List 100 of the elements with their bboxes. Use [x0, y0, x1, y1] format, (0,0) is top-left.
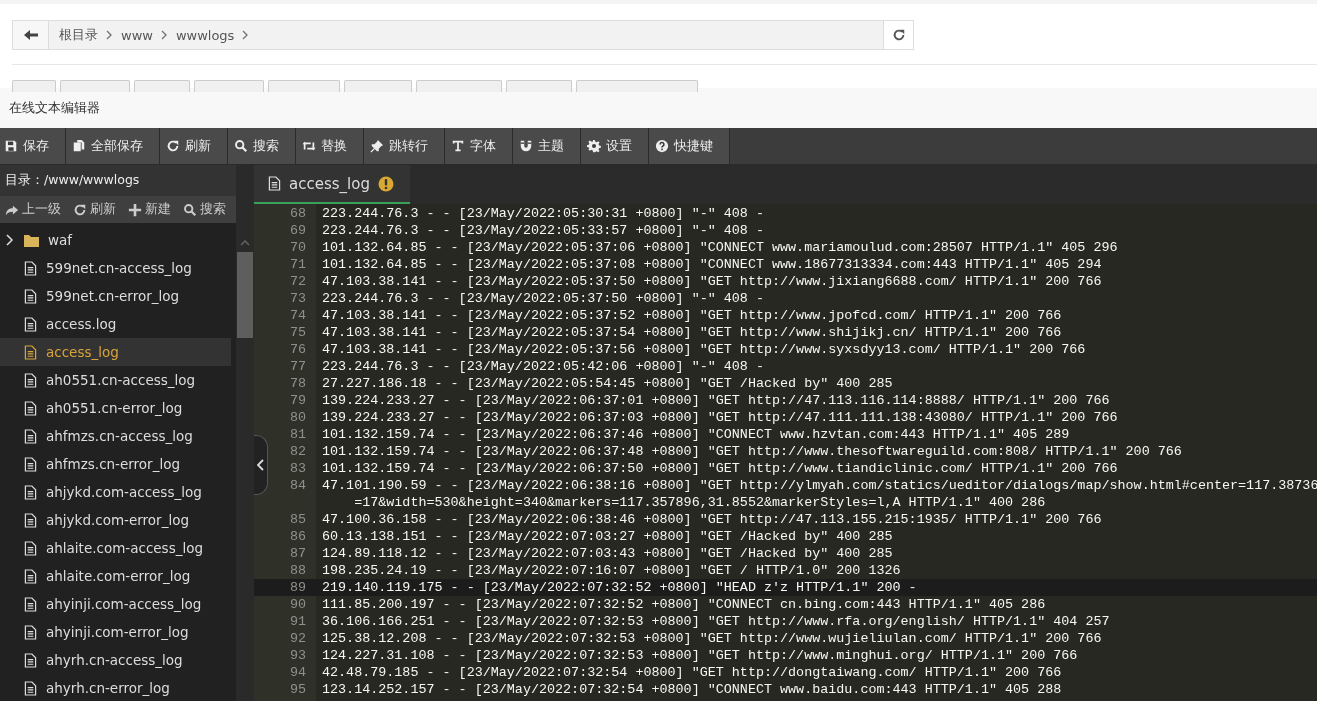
- file-item[interactable]: ahyrh.cn-access_log: [0, 646, 231, 674]
- file-item[interactable]: access.log: [0, 310, 231, 338]
- reload-button[interactable]: [883, 21, 913, 49]
- toolbar-button[interactable]: 跳转行: [364, 128, 445, 164]
- file-icon: [24, 680, 37, 696]
- retweet-icon: [302, 139, 316, 153]
- code-line: 111.85.200.197 - - [23/May/2022:07:32:52 +0800] "CONNECT cn.bing.com:443 HTTP/1.1" 405 286: [321, 596, 1046, 613]
- scrollbar-thumb[interactable]: [237, 252, 253, 338]
- toolbar-button[interactable]: [194, 80, 264, 92]
- code-line: 27.227.186.18 - - [23/May/2022:05:54:45 +0800] "GET /Hacked by" 400 285: [321, 375, 893, 392]
- file-item[interactable]: ahjykd.com-error_log: [0, 506, 231, 534]
- chevron-right-icon: [106, 30, 113, 40]
- file-icon: [24, 652, 37, 668]
- code-line: 101.132.159.74 - - [23/May/2022:06:37:50 +0800] "GET http://www.tiandiclinic.com/ HTTP/1.1" 200 766: [321, 460, 1118, 477]
- toolbar-button[interactable]: 主题: [513, 128, 581, 164]
- code-line: 47.103.38.141 - - [23/May/2022:05:37:50 +0800] "GET http://www.jixiang6688.com/ HTTP/1.1" 200 766: [321, 273, 1102, 290]
- toolbar-button[interactable]: [506, 80, 572, 92]
- file-item[interactable]: ahyrh.cn-error_log: [0, 674, 231, 701]
- code-line: 124.227.31.108 - - [23/May/2022:07:32:53 +0800] "GET http://www.minghui.org/ HTTP/1.1" 200 766: [321, 647, 1078, 664]
- toolbar-button[interactable]: [134, 80, 190, 92]
- search-icon: [234, 139, 248, 153]
- code-line: 47.103.38.141 - - [23/May/2022:05:37:52 +0800] "GET http://www.jpofcd.com/ HTTP/1.1" 200 766: [321, 307, 1062, 324]
- file-icon: [268, 176, 281, 191]
- toolbar-button[interactable]: 快捷键: [649, 128, 730, 164]
- line-number: 69: [288, 222, 307, 239]
- line-number: 80: [288, 409, 307, 426]
- file-item[interactable]: ahfmzs.cn-error_log: [0, 450, 231, 478]
- scrollbar[interactable]: [236, 165, 254, 701]
- code-line: 47.101.190.59 - - [23/May/2022:06:38:16 +0800] "GET http://ylmyah.com/statics/ueditor/dialogs/map/show.html#center=117.38736: [321, 477, 1317, 494]
- file-item[interactable]: 599net.cn-access_log: [0, 254, 231, 282]
- toolbar-button[interactable]: [416, 80, 502, 92]
- code-line: 223.244.76.3 - - [23/May/2022:05:30:31 +0800] "-" 408 -: [321, 205, 764, 222]
- action-button[interactable]: 搜索: [183, 201, 226, 219]
- toolbar-button[interactable]: 全部保存: [66, 128, 160, 164]
- file-item[interactable]: access_log: [0, 338, 231, 366]
- toolbar-button[interactable]: [268, 80, 340, 92]
- toolbar-button[interactable]: [344, 80, 412, 92]
- magnet-icon: [519, 139, 533, 153]
- line-number: 76: [288, 341, 307, 358]
- code-line: 101.132.64.85 - - [23/May/2022:05:37:06 +0800] "CONNECT www.mariamoulud.com:28507 HTTP/1.1" 405 296: [321, 239, 1118, 256]
- breadcrumb-link[interactable]: wwwlogs: [175, 27, 235, 43]
- toolbar-button[interactable]: 字体: [445, 128, 513, 164]
- file-item[interactable]: ahjykd.com-access_log: [0, 478, 231, 506]
- folder-item[interactable]: waf: [0, 226, 231, 254]
- file-icon: [24, 568, 37, 584]
- toolbar-button[interactable]: [576, 80, 698, 92]
- line-number: 89: [288, 579, 307, 596]
- line-number: 85: [288, 511, 307, 528]
- file-item[interactable]: ah0551.cn-error_log: [0, 394, 231, 422]
- code-line: =17&width=530&height=340&markers=117.357896,31.8552&markerStyles=l,A HTTP/1.1" 400 286: [353, 494, 1046, 511]
- file-item[interactable]: ahfmzs.cn-access_log: [0, 422, 231, 450]
- toolbar-button[interactable]: 设置: [581, 128, 649, 164]
- search-icon: [183, 202, 197, 217]
- code-line: 139.224.233.27 - - [23/May/2022:06:37:01 +0800] "GET http://47.113.116.114:8888/ HTTP/1.1" 200 766: [321, 392, 1110, 409]
- toolbar-button[interactable]: [12, 80, 56, 92]
- chevron-right-icon: [6, 234, 14, 246]
- chevron-right-icon: [242, 30, 250, 40]
- line-number: 82: [288, 443, 307, 460]
- toolbar-button[interactable]: 搜索: [228, 128, 296, 164]
- toolbar-button[interactable]: 替换: [296, 128, 364, 164]
- code-line: 47.103.38.141 - - [23/May/2022:05:37:54 +0800] "GET http://www.shijikj.cn/ HTTP/1.1" 200 766: [321, 324, 1062, 341]
- file-item[interactable]: ah0551.cn-access_log: [0, 366, 231, 394]
- file-icon: [24, 372, 37, 388]
- code-line: 36.106.166.251 - - [23/May/2022:07:32:53 +0800] "GET http://www.rfa.org/english/ HTTP/1.1" 404 257: [321, 613, 1110, 630]
- refresh-icon: [73, 202, 87, 217]
- code-line: 223.244.76.3 - - [23/May/2022:05:42:06 +0800] "-" 408 -: [321, 358, 764, 375]
- line-number: 94: [288, 664, 307, 681]
- line-number: 88: [288, 562, 307, 579]
- line-number: 70: [288, 239, 307, 256]
- code-line: 42.48.79.185 - - [23/May/2022:07:32:54 +0800] "GET http://dongtaiwang.com/ HTTP/1.1" 200 766: [321, 664, 1062, 681]
- line-number: 72: [288, 273, 307, 290]
- toolbar-button[interactable]: [60, 80, 130, 92]
- pushpin-icon: [370, 139, 384, 153]
- action-button[interactable]: 刷新: [73, 201, 116, 219]
- folder-icon: [24, 233, 39, 247]
- file-item[interactable]: ahlaite.com-error_log: [0, 562, 231, 590]
- file-item[interactable]: ahyinji.com-error_log: [0, 618, 231, 646]
- text-height-icon: [451, 139, 465, 153]
- breadcrumb-link[interactable]: 根目录: [59, 26, 98, 44]
- line-number: 77: [288, 358, 307, 375]
- file-item[interactable]: 599net.cn-error_log: [0, 282, 231, 310]
- file-item[interactable]: ahyinji.com-access_log: [0, 590, 231, 618]
- line-number: 78: [288, 375, 307, 392]
- breadcrumb-link[interactable]: www: [121, 27, 153, 43]
- file-item[interactable]: ahlaite.com-access_log: [0, 534, 231, 562]
- line-number: 92: [288, 630, 307, 647]
- code-line: 124.89.118.12 - - [23/May/2022:07:03:43 +0800] "GET /Hacked by" 400 285: [321, 545, 893, 562]
- back-button[interactable]: [13, 21, 49, 49]
- file-icon: [24, 428, 37, 444]
- line-number: 68: [288, 205, 307, 222]
- action-button[interactable]: 上一级: [5, 201, 61, 219]
- line-number: 87: [288, 545, 307, 562]
- toolbar-button[interactable]: 刷新: [160, 128, 228, 164]
- chevron-left-icon: [257, 459, 264, 471]
- code-line: 101.132.159.74 - - [23/May/2022:06:37:46 +0800] "CONNECT www.hzvtan.com:443 HTTP/1.1" 405 289: [321, 426, 1070, 443]
- toolbar-button[interactable]: 保存: [0, 128, 66, 164]
- file-tab[interactable]: access_log: [254, 165, 410, 204]
- line-number: 73: [288, 290, 307, 307]
- collapse-handle[interactable]: [254, 435, 268, 495]
- action-button[interactable]: 新建: [128, 201, 171, 219]
